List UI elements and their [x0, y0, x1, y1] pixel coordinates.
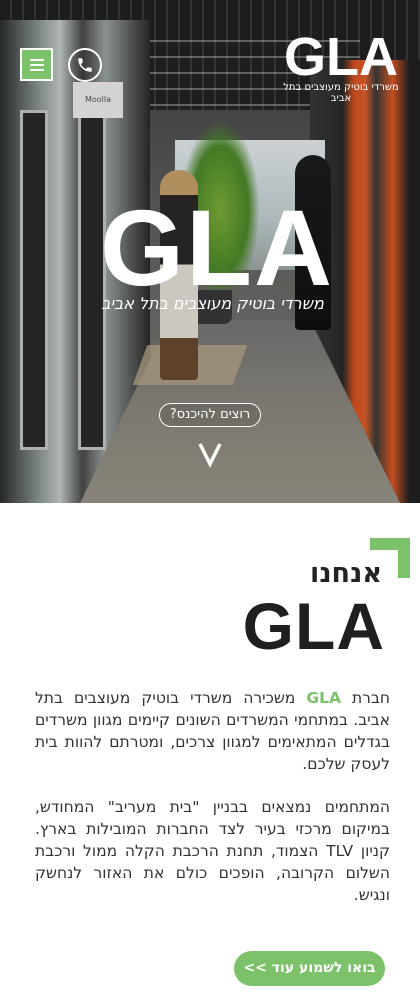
hamburger-menu-icon	[29, 68, 44, 71]
learn-more-button[interactable]: בואו לשמוע עוד >>	[234, 951, 385, 986]
about-paragraph-1: חברת GLA משכירה משרדי בוטיק מעוצבים בתל …	[35, 687, 390, 775]
hero-section: Moolla GLA משרדי בוטיק מעוצבים בתל אביב …	[0, 0, 420, 503]
header-logo-text: GLA	[284, 27, 398, 87]
header-logo[interactable]: GLA משרדי בוטיק מעוצבים בתל אביב	[280, 30, 402, 104]
chevron-down-icon[interactable]	[197, 440, 223, 468]
menu-button[interactable]	[20, 48, 53, 81]
about-title: אנחנו	[310, 558, 382, 589]
about-paragraph-1-start: חברת	[340, 689, 390, 707]
hero-tagline: משרדי בוטיק מעוצבים בתל אביב	[101, 294, 324, 313]
hamburger-menu-icon	[29, 63, 44, 66]
header-tagline: משרדי בוטיק מעוצבים בתל אביב	[283, 82, 399, 104]
about-paragraph-2: המתחמים נמצאים בבניין "בית מעריב" המחודש…	[35, 798, 391, 904]
phone-button[interactable]	[68, 48, 102, 82]
about-brand-highlight: GLA	[306, 689, 341, 707]
phone-icon	[78, 58, 92, 72]
about-section: אנחנו GLA חברת GLA משכירה משרדי בוטיק מע…	[0, 503, 420, 1000]
hero-logo: GLA משרדי בוטיק מעוצבים בתל אביב	[100, 187, 334, 314]
enter-button[interactable]: רוצים להיכנס?	[159, 403, 261, 427]
hero-logo-text: GLA	[100, 187, 334, 308]
hamburger-menu-icon	[29, 58, 44, 61]
about-logo: GLA	[242, 589, 385, 663]
